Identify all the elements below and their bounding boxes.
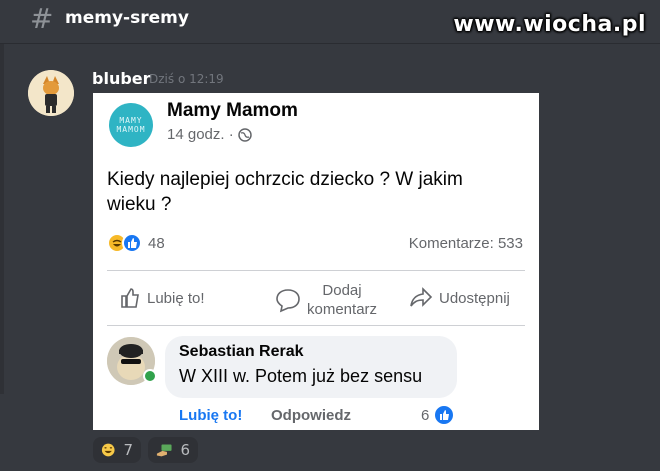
- divider: [107, 325, 525, 326]
- laughing-face-icon: [101, 443, 115, 457]
- share-arrow-icon: [410, 287, 433, 307]
- reaction-count: 6: [180, 441, 190, 459]
- like-label: Lubię to!: [147, 289, 205, 307]
- comment-reaction-count: 6: [421, 406, 430, 424]
- comment-bubble-icon: [276, 289, 300, 313]
- thumbs-up-icon: [121, 288, 139, 308]
- money-hand-icon: [156, 444, 172, 457]
- share-label: Udostępnij: [439, 289, 510, 307]
- comment-reply-link[interactable]: Odpowiedz: [271, 407, 351, 424]
- comment-label: Dodaj komentarz: [307, 281, 377, 319]
- post-reactions[interactable]: 48: [107, 233, 165, 253]
- message-timestamp: Dziś o 12:19: [149, 72, 224, 86]
- like-reaction-icon: [433, 404, 456, 426]
- watermark: www.wiocha.pl: [453, 12, 646, 37]
- like-reaction-icon: [122, 233, 142, 253]
- divider: [107, 270, 525, 271]
- comment-label-line-2: komentarz: [307, 301, 378, 318]
- page-name[interactable]: Mamy Mamom: [167, 100, 298, 122]
- share-button[interactable]: Udostępnij: [409, 287, 510, 309]
- post-meta: 14 godz. ·: [167, 126, 252, 143]
- comment-like-link[interactable]: Lubię to!: [179, 407, 242, 424]
- post-text: Kiedy najlepiej ochrzcic dziecko ? W jak…: [107, 169, 463, 215]
- post-time[interactable]: 14 godz. ·: [167, 126, 234, 143]
- page-avatar-line-2: MAMOM: [116, 125, 146, 134]
- comment-author[interactable]: Sebastian Rerak: [179, 343, 304, 361]
- user-avatar[interactable]: [28, 70, 74, 116]
- page-avatar[interactable]: MAMY MAMOM: [109, 103, 153, 147]
- comment-label-line-1: Dodaj: [322, 282, 362, 299]
- channel-header: # memy-sremy www.wiocha.pl: [0, 0, 660, 44]
- online-status-dot: [143, 369, 157, 383]
- like-button[interactable]: Lubię to!: [119, 287, 205, 309]
- channel-name[interactable]: memy-sremy: [65, 8, 189, 28]
- comments-count[interactable]: Komentarze: 533: [409, 235, 523, 252]
- reaction-count: 48: [148, 234, 165, 252]
- embedded-facebook-post[interactable]: MAMY MAMOM Mamy Mamom 14 godz. · Kiedy n…: [93, 93, 539, 430]
- hash-icon: #: [30, 2, 54, 35]
- discord-reaction-money[interactable]: 6: [148, 437, 198, 463]
- scroll-edge: [0, 44, 4, 394]
- reaction-count: 7: [123, 441, 133, 459]
- globe-icon: [237, 127, 252, 142]
- comment-bubble: Sebastian Rerak W XIII w. Potem już bez …: [165, 336, 457, 398]
- comment-button[interactable]: Dodaj komentarz: [275, 281, 377, 319]
- comment-reactions[interactable]: 6: [421, 404, 456, 426]
- page-avatar-line-1: MAMY: [119, 116, 143, 125]
- comment-text: W XIII w. Potem już bez sensu: [179, 366, 423, 386]
- message-author[interactable]: bluber: [92, 69, 151, 88]
- discord-reaction-laughing[interactable]: 7: [93, 437, 141, 463]
